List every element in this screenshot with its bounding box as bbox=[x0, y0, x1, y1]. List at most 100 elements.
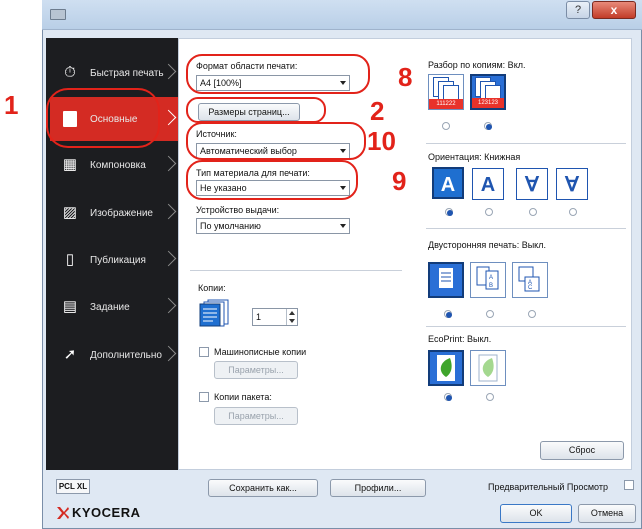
chevron-right-icon bbox=[162, 249, 176, 269]
chevron-right-icon bbox=[162, 108, 176, 128]
divider bbox=[190, 270, 402, 271]
highlight-source bbox=[186, 122, 366, 160]
layout-icon: ▦ bbox=[62, 156, 78, 173]
callout-9: 9 bbox=[392, 166, 407, 196]
highlight-page-sizes bbox=[186, 97, 326, 123]
typewriter-params-button[interactable]: Параметры... bbox=[214, 361, 298, 379]
image-icon: ▨ bbox=[62, 204, 78, 221]
dropdown-arrow-icon bbox=[340, 224, 346, 228]
sidebar-item-job[interactable]: ▤ Задание bbox=[50, 285, 178, 329]
orientation-portrait-rotated-radio[interactable] bbox=[529, 208, 537, 216]
sidebar-item-advanced[interactable]: ➚ Дополнительно bbox=[50, 333, 178, 377]
batch-copies-checkbox[interactable] bbox=[199, 392, 209, 402]
collate-off-option[interactable]: 111222 bbox=[428, 74, 464, 110]
duplex-off-radio[interactable] bbox=[444, 310, 452, 318]
callout-8: 8 bbox=[398, 62, 413, 92]
typewriter-copies-label: Машинописные копии bbox=[214, 347, 307, 357]
ecoprint-on-radio[interactable] bbox=[486, 393, 494, 401]
duplex-long-edge-radio[interactable] bbox=[486, 310, 494, 318]
copies-stepper[interactable] bbox=[286, 309, 297, 325]
highlight-print-size bbox=[186, 54, 370, 94]
reset-button[interactable]: Сброс bbox=[540, 441, 624, 460]
leaf-icon bbox=[437, 355, 455, 381]
callout-1: 1 bbox=[4, 90, 19, 120]
output-select[interactable]: По умолчанию bbox=[196, 218, 350, 234]
duplex-short-edge-radio[interactable] bbox=[528, 310, 536, 318]
sidebar-item-publishing[interactable]: ▯ Публикация bbox=[50, 238, 178, 282]
help-button[interactable]: ? bbox=[566, 1, 590, 19]
stopwatch-icon: ⏱ bbox=[64, 64, 76, 81]
orientation-landscape-option[interactable]: A bbox=[472, 168, 504, 200]
duplex-label: Двусторонняя печать: Выкл. bbox=[428, 240, 546, 250]
brand-logo-text: KYOCERA bbox=[72, 505, 141, 520]
duplex-short-edge-option[interactable]: AC bbox=[512, 262, 548, 298]
highlight-media-type bbox=[186, 160, 358, 200]
uncollated-pages: 111222 bbox=[429, 99, 463, 109]
collate-label: Разбор по копиям: Вкл. bbox=[428, 60, 526, 70]
preview-label: Предварительный Просмотр bbox=[488, 482, 608, 492]
orientation-landscape-rotated-option[interactable]: ∀ bbox=[556, 168, 588, 200]
output-label: Устройство выдачи: bbox=[196, 205, 280, 215]
duplex-off-option[interactable] bbox=[428, 262, 464, 298]
orientation-landscape-radio[interactable] bbox=[485, 208, 493, 216]
stepper-down-icon[interactable] bbox=[289, 319, 295, 323]
svg-text:C: C bbox=[528, 285, 533, 291]
advanced-arrow-icon: ➚ bbox=[63, 346, 77, 363]
divider bbox=[426, 228, 626, 229]
callout-10: 10 bbox=[367, 126, 396, 156]
ecoprint-off-option[interactable] bbox=[428, 350, 464, 386]
batch-copies-label: Копии пакета: bbox=[214, 392, 272, 402]
chevron-right-icon bbox=[162, 202, 176, 222]
sidebar-item-label: Публикация bbox=[90, 255, 146, 266]
chevron-right-icon bbox=[162, 296, 176, 316]
publish-icon: ▯ bbox=[65, 251, 75, 268]
preview-checkbox[interactable] bbox=[624, 480, 634, 490]
ecoprint-label: EcoPrint: Выкл. bbox=[428, 334, 492, 344]
sidebar-item-image[interactable]: ▨ Изображение bbox=[50, 191, 178, 235]
svg-text:A: A bbox=[489, 275, 493, 281]
cancel-button[interactable]: Отмена bbox=[578, 504, 636, 523]
chevron-right-icon bbox=[162, 62, 176, 82]
orientation-portrait-option[interactable]: A bbox=[432, 167, 464, 199]
ecoprint-on-option[interactable] bbox=[470, 350, 506, 386]
orientation-portrait-rotated-option[interactable]: ∀ bbox=[516, 168, 548, 200]
close-button[interactable]: x bbox=[592, 1, 636, 19]
profiles-button[interactable]: Профили... bbox=[330, 479, 426, 497]
collated-pages: 123123 bbox=[472, 98, 504, 108]
copies-icon bbox=[199, 299, 229, 327]
pcl-badge[interactable]: PCL XL bbox=[56, 479, 90, 494]
collate-on-radio[interactable] bbox=[484, 122, 492, 130]
stepper-up-icon[interactable] bbox=[289, 311, 295, 315]
divider bbox=[426, 326, 626, 327]
sidebar-item-label: Компоновка bbox=[90, 160, 146, 171]
orientation-label: Ориентация: Книжная bbox=[428, 152, 521, 162]
printer-icon bbox=[50, 9, 66, 20]
chevron-right-icon bbox=[162, 154, 176, 174]
duplex-long-edge-icon: AB bbox=[476, 266, 499, 290]
single-sided-icon bbox=[439, 268, 453, 288]
batch-params-button[interactable]: Параметры... bbox=[214, 407, 298, 425]
divider bbox=[426, 143, 626, 144]
collate-off-radio[interactable] bbox=[442, 122, 450, 130]
copies-value: 1 bbox=[256, 312, 262, 322]
job-icon: ▤ bbox=[62, 298, 78, 315]
ecoprint-off-radio[interactable] bbox=[444, 393, 452, 401]
sidebar-item-label: Изображение bbox=[90, 208, 153, 219]
ok-button[interactable]: OK bbox=[500, 504, 572, 523]
chevron-right-icon bbox=[162, 344, 176, 364]
sidebar-item-label: Дополнительно bbox=[90, 350, 162, 361]
svg-text:B: B bbox=[489, 283, 493, 289]
duplex-short-edge-icon: AC bbox=[518, 266, 540, 292]
title-bar bbox=[42, 0, 642, 30]
orientation-portrait-radio[interactable] bbox=[445, 208, 453, 216]
leaf-light-icon bbox=[478, 354, 498, 382]
output-value: По умолчанию bbox=[200, 221, 261, 231]
orientation-landscape-rotated-radio[interactable] bbox=[569, 208, 577, 216]
duplex-long-edge-option[interactable]: AB bbox=[470, 262, 506, 298]
sidebar-item-label: Быстрая печать bbox=[90, 68, 164, 79]
save-as-button[interactable]: Сохранить как... bbox=[208, 479, 318, 497]
typewriter-copies-checkbox[interactable] bbox=[199, 347, 209, 357]
sidebar-item-layout[interactable]: ▦ Компоновка bbox=[50, 143, 178, 187]
collate-on-option[interactable]: 123123 bbox=[470, 74, 506, 110]
copies-label: Копии: bbox=[198, 283, 226, 293]
